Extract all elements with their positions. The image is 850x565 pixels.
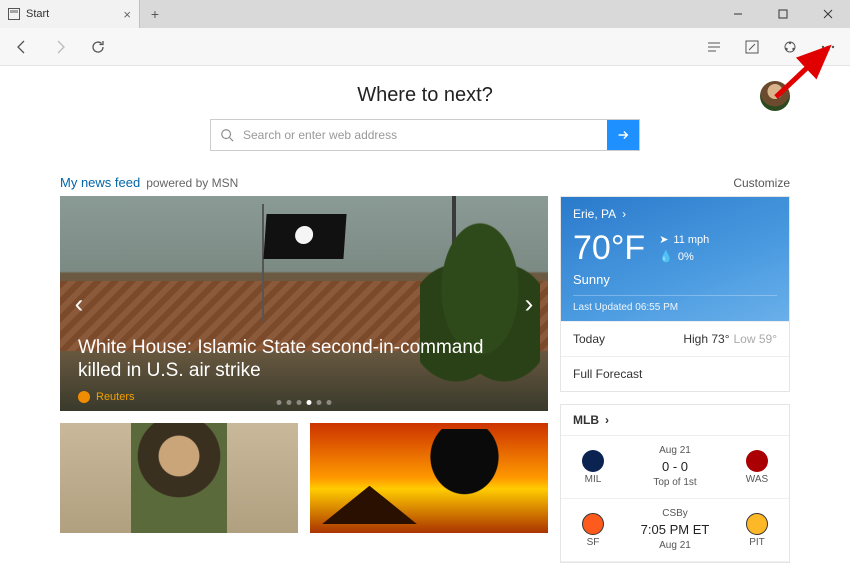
news-thumbnail-1[interactable] (60, 423, 298, 533)
hero-pagination-dots[interactable] (277, 400, 332, 405)
page-icon (8, 8, 20, 20)
browser-toolbar (0, 28, 850, 66)
team-home: PIT (737, 513, 777, 548)
sports-card: MLB MIL Aug 21 0 - 0 Top of 1st WAS SF C… (560, 404, 790, 563)
customize-link[interactable]: Customize (733, 176, 790, 190)
window-controls (715, 0, 850, 28)
hero-next-button[interactable]: › (514, 288, 544, 319)
news-thumbnail-2[interactable] (310, 423, 548, 533)
feed-title[interactable]: My news feed (60, 175, 140, 190)
page-heading: Where to next? (357, 84, 493, 107)
weather-card: Erie, PA 70°F ➤11 mph 💧0% Sunny Last Upd… (560, 196, 790, 392)
precip-icon: 💧 (659, 249, 673, 266)
hero-headline: White House: Islamic State second-in-com… (78, 336, 488, 384)
hero-prev-button[interactable]: ‹ (64, 288, 94, 319)
weather-condition: Sunny (573, 272, 777, 287)
weather-today-row[interactable]: Today High 73°Low 59° (561, 321, 789, 356)
profile-avatar[interactable] (760, 81, 790, 111)
team-home: WAS (737, 450, 777, 485)
game-info: CSBy 7:05 PM ET Aug 21 (613, 507, 737, 553)
search-input[interactable] (243, 120, 607, 150)
team-away: SF (573, 513, 613, 548)
search-bar[interactable] (210, 119, 640, 151)
feed-header: My news feed powered by MSN Customize (60, 175, 790, 190)
refresh-button[interactable] (84, 33, 112, 61)
hero-news-tile[interactable]: ‹ › White House: Islamic State second-in… (60, 196, 548, 411)
start-page-content: Where to next? My news feed powered by M… (0, 66, 850, 563)
weather-temp: 70°F (573, 229, 645, 268)
maximize-button[interactable] (760, 0, 805, 28)
game-row[interactable]: MIL Aug 21 0 - 0 Top of 1st WAS (561, 436, 789, 499)
team-logo-icon (746, 513, 768, 535)
sports-league-header[interactable]: MLB (561, 405, 789, 436)
more-actions-button[interactable] (814, 33, 842, 61)
window-titlebar: Start × + (0, 0, 850, 28)
web-note-button[interactable] (738, 33, 766, 61)
forward-button[interactable] (46, 33, 74, 61)
feed-powered-label: powered by MSN (146, 176, 238, 190)
search-icon (211, 120, 243, 150)
team-logo-icon (582, 450, 604, 472)
new-tab-button[interactable]: + (140, 0, 170, 28)
tab-title: Start (26, 8, 117, 20)
weather-location[interactable]: Erie, PA (573, 207, 777, 221)
team-away: MIL (573, 450, 613, 485)
browser-tab[interactable]: Start × (0, 0, 140, 28)
game-info: Aug 21 0 - 0 Top of 1st (613, 444, 737, 490)
team-logo-icon (582, 513, 604, 535)
wind-icon: ➤ (659, 232, 668, 249)
game-row[interactable]: SF CSBy 7:05 PM ET Aug 21 PIT (561, 499, 789, 562)
share-button[interactable] (776, 33, 804, 61)
minimize-button[interactable] (715, 0, 760, 28)
team-logo-icon (746, 450, 768, 472)
back-button[interactable] (8, 33, 36, 61)
full-forecast-link[interactable]: Full Forecast (561, 356, 789, 391)
reading-view-button[interactable] (700, 33, 728, 61)
close-button[interactable] (805, 0, 850, 28)
tab-close-icon[interactable]: × (123, 7, 131, 22)
weather-stats: ➤11 mph 💧0% (659, 232, 709, 265)
go-button[interactable] (607, 120, 639, 150)
hero-source: Reuters (78, 391, 135, 403)
weather-updated: Last Updated 06:55 PM (573, 295, 777, 313)
